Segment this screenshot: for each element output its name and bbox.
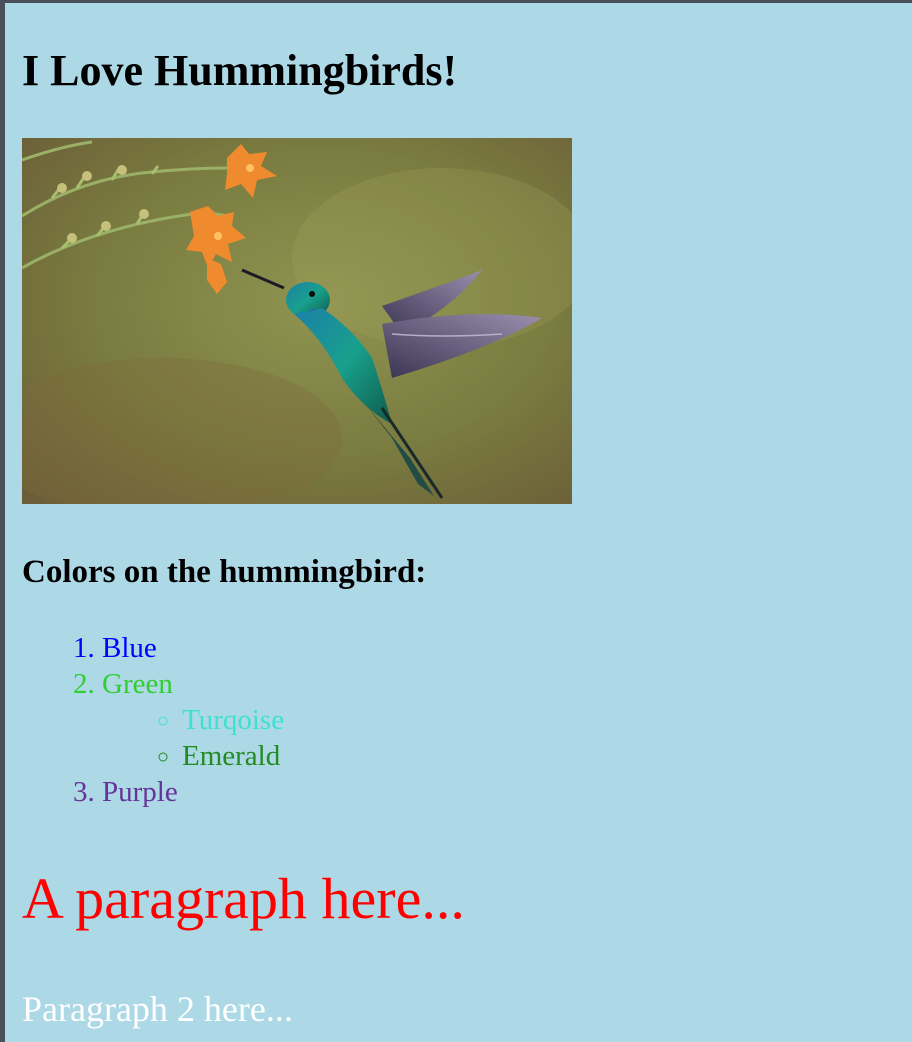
window-top-border	[0, 0, 912, 3]
list-item-label: Turqoise	[182, 704, 285, 736]
hummingbird-photo	[22, 138, 572, 504]
list-item-green: Green Turqoise Emerald	[102, 666, 284, 774]
window-left-border	[0, 0, 5, 1042]
list-item-emerald: Emerald	[182, 738, 284, 774]
list-item-label: Emerald	[182, 740, 281, 772]
page-title: I Love Hummingbirds!	[22, 46, 458, 95]
paragraph-1: A paragraph here...	[22, 866, 465, 931]
paragraph-2: Paragraph 2 here...	[22, 989, 293, 1029]
list-item-purple: Purple	[102, 774, 284, 810]
list-item-label: Blue	[102, 632, 157, 664]
green-shades-list: Turqoise Emerald	[102, 702, 284, 774]
list-item-label: Green	[102, 668, 173, 700]
list-item-blue: Blue	[102, 630, 284, 666]
colors-list: Blue Green Turqoise Emerald Purple	[22, 630, 284, 810]
list-item-label: Purple	[102, 776, 178, 808]
list-item-turqoise: Turqoise	[182, 702, 284, 738]
colors-heading: Colors on the hummingbird:	[22, 554, 427, 590]
